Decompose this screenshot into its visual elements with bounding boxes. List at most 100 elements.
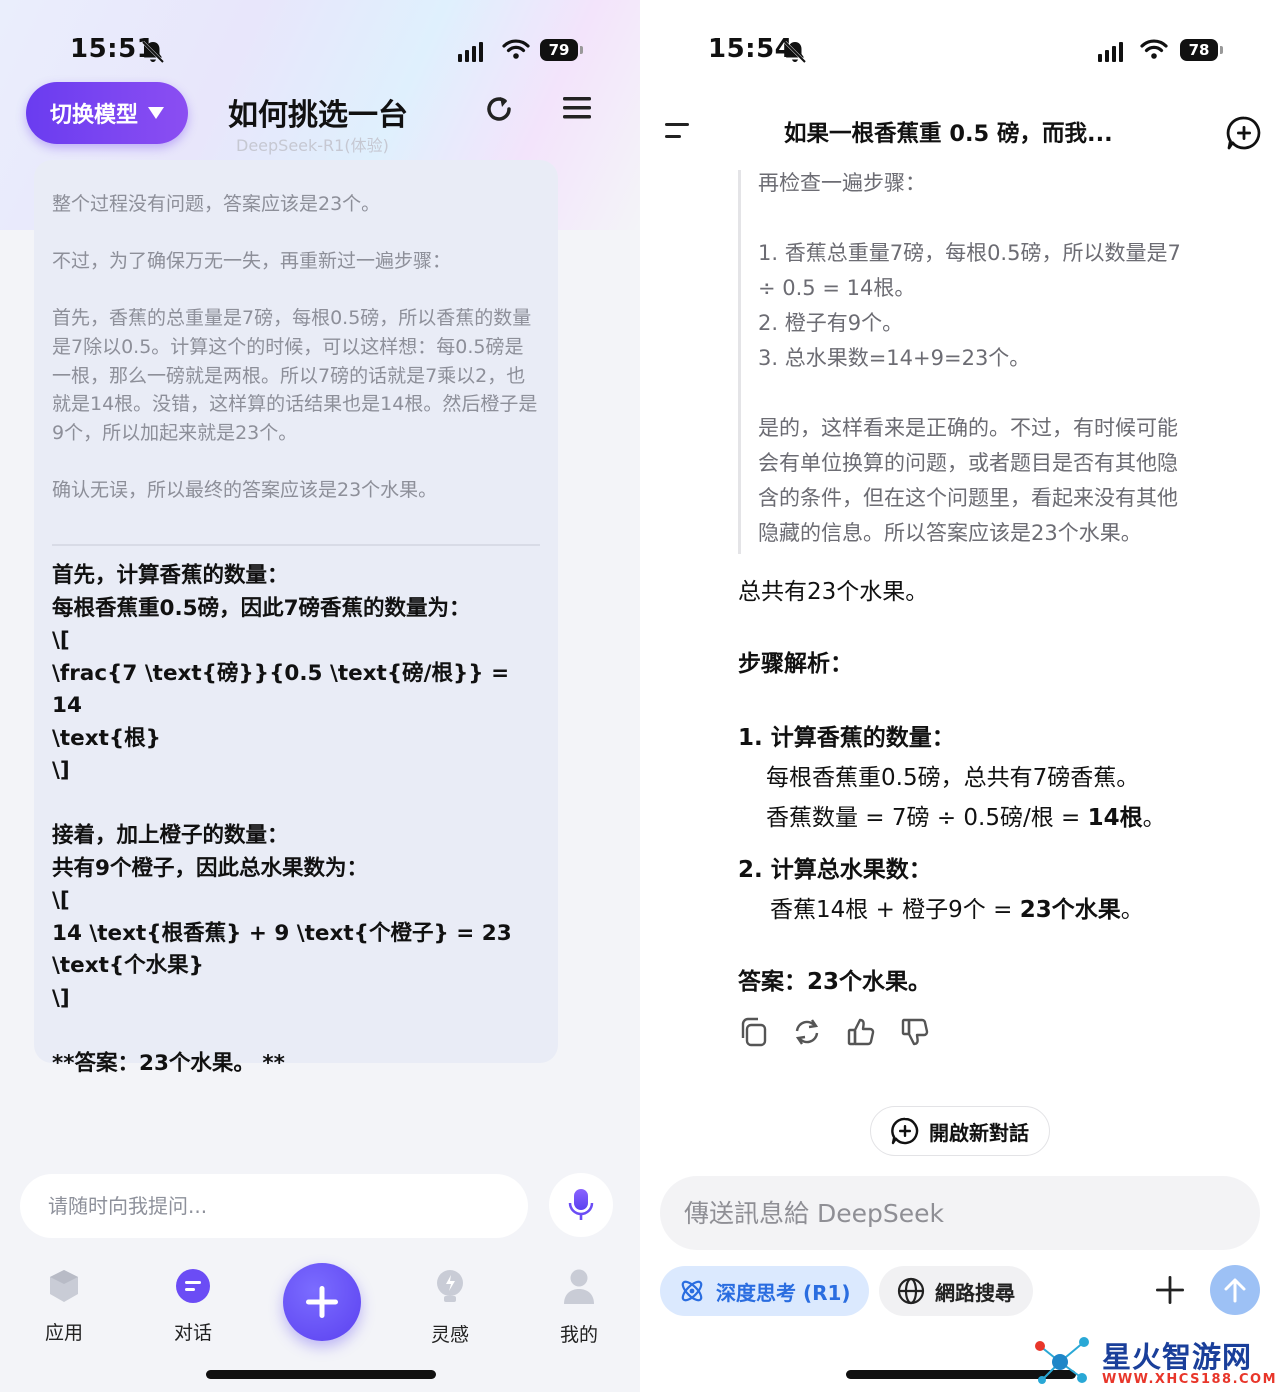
question-input[interactable]	[20, 1174, 528, 1238]
final-answer-label: 答案：	[738, 969, 807, 995]
thinking-text: 再检查一遍步骤： 1. 香蕉总重量7磅，每根0.5磅，所以数量是7 ÷ 0.5 = …	[758, 166, 1248, 551]
thinking-line: 3. 总水果数=14+9=23个。	[758, 346, 1031, 370]
thinking-paragraph: 首先，香蕉的总重量是7磅，每根0.5磅，所以香蕉的数量是7除以0.5。计算这个的…	[52, 307, 538, 444]
sidebar-menu-icon[interactable]	[664, 120, 692, 142]
answer-line: 接着，加上橙子的数量：	[52, 823, 289, 848]
wifi-icon	[502, 39, 530, 59]
answer-line: 共有9个橙子，因此总水果数为：	[52, 855, 368, 881]
steps-heading: 步骤解析：	[738, 651, 853, 677]
wifi-icon	[1140, 39, 1168, 59]
copy-icon[interactable]	[738, 1016, 768, 1048]
home-indicator	[206, 1370, 436, 1379]
thinking-line: 含的条件，但在这个问题里，看起来没有其他	[758, 486, 1178, 510]
final-answer: 答案：23个水果。	[738, 962, 931, 996]
answer-line: \[	[52, 628, 70, 653]
refresh-icon[interactable]	[482, 92, 516, 126]
step2-result: 23个水果	[1019, 897, 1121, 923]
step1-title: 1. 计算香蕉的数量：	[738, 725, 955, 751]
new-chat-fab[interactable]	[283, 1263, 361, 1341]
message-actions	[738, 1016, 930, 1048]
thinking-paragraph: 确认无误，所以最终的答案应该是23个水果。	[52, 478, 438, 501]
step2-line-end: 。	[1120, 897, 1144, 923]
answer-text: 首先，计算香蕉的数量： 每根香蕉重0.5磅，因此7磅香蕉的数量为： \[ \frac{…	[52, 560, 542, 1080]
dropdown-triangle-icon	[148, 107, 164, 119]
answer-line: \text{根}	[52, 725, 161, 751]
answer-line: 首先，计算香蕉的数量：	[52, 563, 289, 588]
step2-title: 2. 计算总水果数：	[738, 857, 932, 883]
menu-icon[interactable]	[562, 96, 592, 120]
step1-line2-end: 。	[1142, 805, 1166, 831]
battery-indicator: 78	[1180, 39, 1223, 61]
step2-line: 香蕉14根 + 橙子9个 = 23个水果。	[770, 890, 1144, 924]
answer-total: 总共有23个水果。	[738, 579, 929, 605]
conversation-title: 如果一根香蕉重 0.5 磅，而我...	[784, 121, 1113, 147]
plus-icon	[306, 1286, 338, 1318]
mute-bell-icon	[783, 40, 807, 64]
right-screen: 15:54 78 如果一根香蕉重 0.5 磅，而我... 再检查一遍步骤： 1. …	[640, 0, 1280, 1392]
web-search-toggle[interactable]: 網路搜尋	[879, 1266, 1033, 1316]
send-button[interactable]	[1210, 1265, 1260, 1315]
thinking-line: 1. 香蕉总重量7磅，每根0.5磅，所以数量是7	[758, 241, 1181, 265]
deep-think-label: 深度思考 (R1)	[716, 1280, 851, 1305]
web-search-label: 網路搜尋	[935, 1280, 1015, 1305]
arrow-up-icon	[1224, 1278, 1246, 1303]
tab-inspiration[interactable]: 灵感	[405, 1268, 495, 1347]
model-subtitle: DeepSeek-R1(体验)	[236, 136, 389, 155]
status-bar: 15:54 78	[640, 34, 1280, 70]
thinking-line: 会有单位换算的问题，或者题目是否有其他隐	[758, 451, 1178, 475]
tab-apps[interactable]: 应用	[19, 1268, 109, 1345]
tab-chat[interactable]: 对话	[148, 1268, 238, 1345]
status-bar: 15:51 79	[0, 34, 640, 70]
cube-icon	[50, 1270, 78, 1302]
start-new-chat-button[interactable]: 開啟新對話	[870, 1106, 1050, 1156]
thinking-text: 整个过程没有问题，答案应该是23个。 不过，为了确保万无一失，再重新过一遍步骤：…	[52, 190, 542, 533]
thumbs-down-icon[interactable]	[900, 1016, 930, 1048]
attach-plus-icon[interactable]	[1154, 1274, 1186, 1306]
status-time: 15:54	[708, 34, 794, 64]
atom-icon	[681, 1280, 703, 1302]
person-icon	[564, 1269, 594, 1304]
answer-line: 每根香蕉重0.5磅，因此7磅香蕉的数量为：	[52, 595, 471, 621]
mute-bell-icon	[141, 40, 165, 64]
final-answer-value: 23个水果	[807, 969, 909, 995]
answer-line: \frac{7 \text{磅}}{0.5 \text{磅/根}} = 14	[52, 660, 510, 719]
regenerate-icon[interactable]	[792, 1016, 822, 1048]
bulb-icon	[437, 1270, 463, 1302]
thinking-line: 再检查一遍步骤：	[758, 171, 926, 195]
switch-model-label: 切换模型	[49, 103, 138, 128]
thumbs-up-icon[interactable]	[846, 1016, 876, 1048]
thinking-line: ÷ 0.5 = 14根。	[758, 276, 916, 300]
step1-result: 14根	[1087, 805, 1143, 831]
thinking-line: 隐藏的信息。所以答案应该是23个水果。	[758, 521, 1142, 545]
thinking-paragraph: 整个过程没有问题，答案应该是23个。	[52, 193, 381, 215]
divider	[52, 544, 540, 546]
answer-line: **答案：23个水果。 **	[52, 1050, 285, 1076]
chat-bubble-icon	[176, 1269, 210, 1303]
tab-profile[interactable]: 我的	[534, 1268, 624, 1347]
new-chat-icon[interactable]	[1226, 115, 1262, 151]
answer-line: 14 \text{根香蕉} + 9 \text{个橙子} = 23	[52, 920, 512, 946]
answer-line: \]	[52, 758, 70, 783]
page-title: 如何挑选一台	[228, 98, 408, 133]
start-new-chat-label: 開啟新對話	[929, 1120, 1029, 1145]
deep-think-toggle[interactable]: 深度思考 (R1)	[660, 1266, 869, 1316]
thinking-paragraph: 不过，为了确保万无一失，再重新过一遍步骤：	[52, 250, 452, 273]
microphone-icon	[568, 1189, 594, 1220]
message-input[interactable]	[660, 1176, 1260, 1250]
signal-icon	[1098, 42, 1123, 62]
step1-line1: 每根香蕉重0.5磅，总共有7磅香蕉。	[766, 765, 1140, 791]
tab-label: 灵感	[430, 1324, 469, 1346]
thinking-line: 是的，这样看来是正确的。不过，有时候可能	[758, 416, 1178, 440]
answer-line: \]	[52, 985, 70, 1011]
molecule-logo-icon	[1035, 1337, 1089, 1384]
voice-button[interactable]	[549, 1173, 613, 1237]
tab-label: 我的	[559, 1324, 598, 1346]
final-answer-end: 。	[908, 969, 932, 995]
tab-label: 应用	[44, 1322, 83, 1344]
watermark-url: WWW.XHCS188.COM	[1102, 1372, 1278, 1387]
switch-model-button[interactable]: 切换模型	[26, 82, 188, 144]
thinking-quote-bar	[738, 170, 741, 554]
watermark-name: 星火智游网	[1102, 1340, 1253, 1374]
